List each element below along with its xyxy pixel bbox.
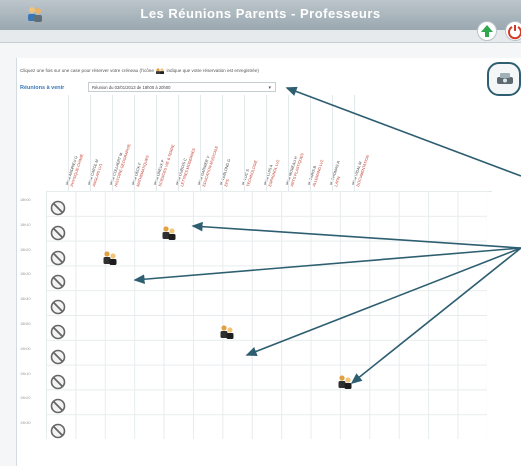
annotation-arrows: [133, 86, 521, 384]
arrow-to-select: [285, 86, 521, 177]
arrow-to-booking-4: [350, 247, 521, 384]
arrow-to-booking-1: [191, 221, 521, 249]
arrow-to-booking-2: [133, 247, 521, 284]
arrow-to-booking-3: [245, 247, 521, 356]
